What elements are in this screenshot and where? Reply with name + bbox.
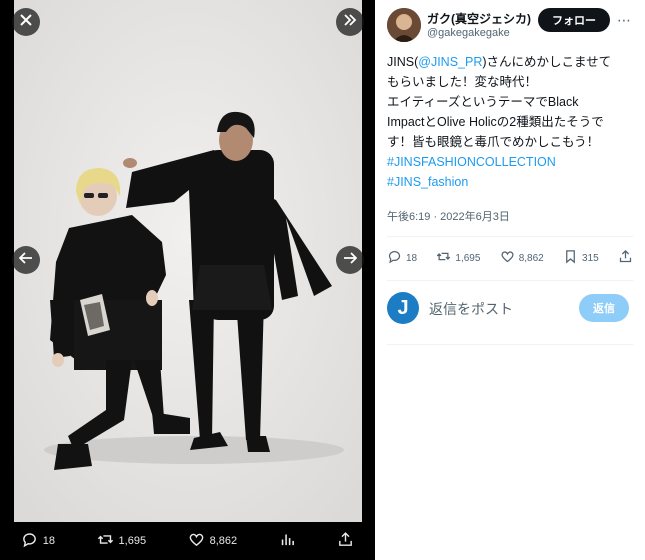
share-icon: [337, 531, 354, 551]
viewer-action-bar: 18 1,695 8,862: [0, 522, 375, 560]
like-button[interactable]: 8,862: [500, 249, 544, 267]
divider: [387, 280, 633, 281]
reply-avatar: J: [387, 292, 419, 324]
tweet-line: もらいました！変な時代！: [387, 75, 538, 89]
mention-link[interactable]: @JINS_PR: [418, 55, 482, 69]
tweet-photo: [14, 0, 362, 522]
hashtag-link[interactable]: #JINSFASHIONCOLLECTION: [387, 152, 637, 172]
tweet-line: JINS(@JINS_PR)さんにめかしこませて: [387, 52, 637, 72]
tweet-header: ガク(真空ジェシカ) @gakegakegake フォロー ⋯: [387, 8, 637, 48]
heart-icon: [188, 531, 205, 551]
viewer-repost-count: 1,695: [118, 535, 147, 547]
tweet-action-bar: 18 1,695 8,862 315: [387, 246, 633, 270]
media-viewer: 18 1,695 8,862: [0, 0, 375, 560]
expand-panel-button[interactable]: [336, 8, 364, 36]
bookmark-icon: [563, 249, 578, 267]
author-avatar[interactable]: [387, 8, 421, 42]
author-handle[interactable]: @gakegakegake: [427, 27, 510, 39]
viewer-share-button[interactable]: [337, 531, 354, 551]
close-icon: [20, 13, 32, 31]
viewer-reply-count: 18: [42, 535, 56, 547]
reply-input[interactable]: 返信をポスト: [429, 299, 513, 319]
tweet-line: す！皆も眼鏡と毒爪でめかしこもう！: [387, 135, 600, 149]
arrow-right-icon: [343, 251, 358, 269]
analytics-icon: [279, 531, 296, 551]
reply-icon: [387, 249, 402, 267]
double-chevron-right-icon: [343, 13, 357, 31]
viewer-like-count: 8,862: [209, 535, 238, 547]
close-viewer-button[interactable]: [12, 8, 40, 36]
repost-icon: [97, 531, 114, 551]
viewer-analytics-button[interactable]: [279, 531, 296, 551]
text-segment: )さんにめかしこませて: [482, 55, 612, 69]
next-image-button[interactable]: [336, 246, 364, 274]
reply-submit-button[interactable]: 返信: [579, 294, 629, 322]
repost-button[interactable]: 1,695: [436, 249, 480, 267]
viewer-like-button[interactable]: 8,862: [188, 531, 238, 551]
viewer-repost-button[interactable]: 1,695: [97, 531, 147, 551]
hashtag-link[interactable]: #JINS_fashion: [387, 172, 637, 192]
heart-icon: [500, 249, 515, 267]
follow-button[interactable]: フォロー: [538, 8, 610, 32]
more-options-icon[interactable]: ⋯: [615, 11, 633, 29]
reply-button[interactable]: 18: [387, 249, 417, 267]
tweet-timestamp[interactable]: 午後6:19 · 2022年6月3日: [387, 208, 510, 224]
repost-icon: [436, 249, 451, 267]
reply-icon: [21, 531, 38, 551]
repost-count: 1,695: [455, 252, 481, 264]
app-root: 18 1,695 8,862 ガク(真空ジェシカ) @gakegakegake …: [0, 0, 645, 560]
author-name[interactable]: ガク(真空ジェシカ): [427, 10, 535, 27]
like-count: 8,862: [518, 252, 544, 264]
tweet-line: エイティーズというテーマでBlack: [387, 95, 579, 109]
tweet-text: JINS(@JINS_PR)さんにめかしこませて もらいました！変な時代！ エイ…: [387, 52, 637, 192]
share-button[interactable]: [618, 249, 633, 267]
reply-composer: J 返信をポスト 返信: [387, 290, 633, 330]
arrow-left-icon: [18, 251, 33, 269]
tweet-line: ImpactとOlive Holicの2種類出たそうで: [387, 115, 604, 129]
previous-image-button[interactable]: [12, 246, 40, 274]
tweet-panel: ガク(真空ジェシカ) @gakegakegake フォロー ⋯ JINS(@JI…: [375, 0, 645, 560]
bookmark-button[interactable]: 315: [563, 249, 599, 267]
reply-count: 18: [406, 252, 418, 264]
bookmark-count: 315: [582, 252, 599, 264]
divider: [387, 344, 633, 345]
text-segment: JINS(: [387, 55, 419, 69]
viewer-reply-button[interactable]: 18: [21, 531, 55, 551]
share-icon: [618, 249, 633, 267]
divider: [387, 236, 633, 237]
